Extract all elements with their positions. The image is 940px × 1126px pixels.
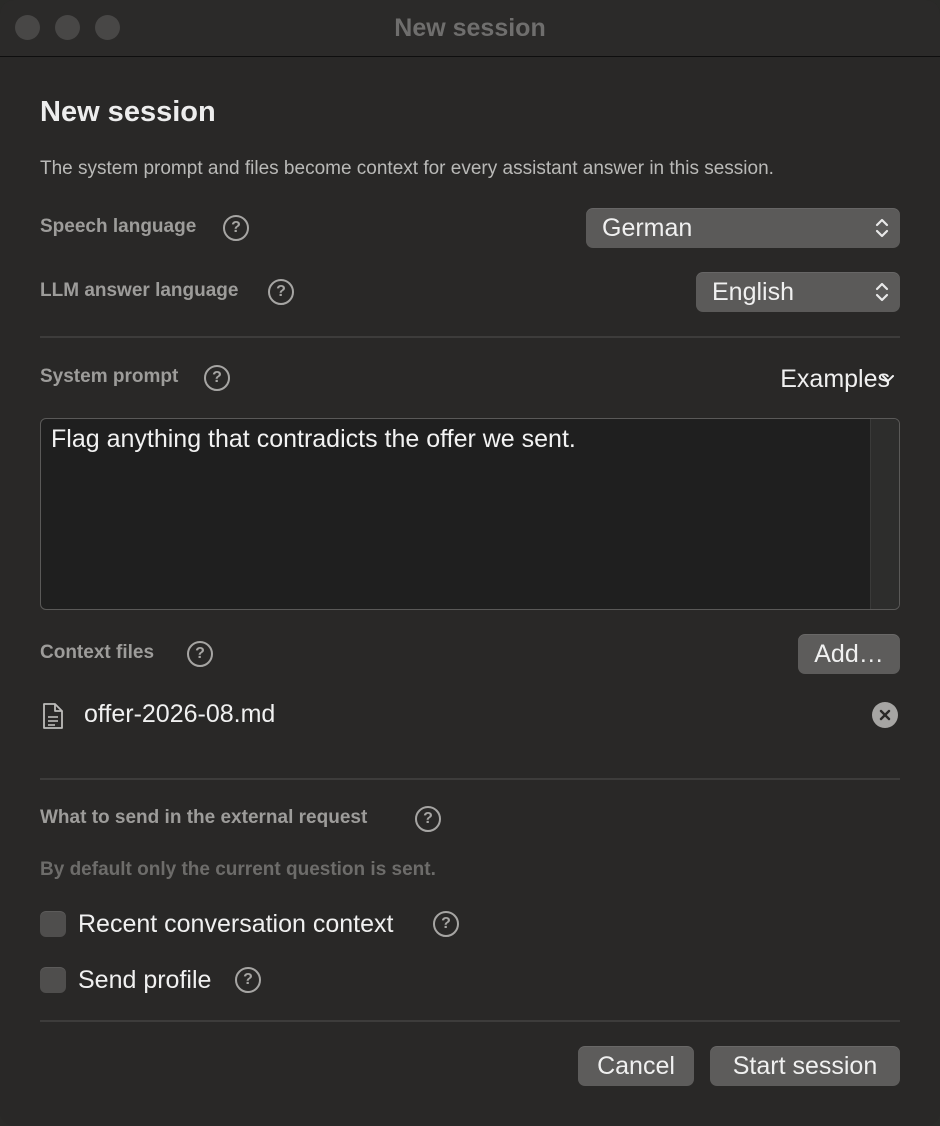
up-down-chevron-icon <box>875 218 889 238</box>
divider <box>40 778 900 780</box>
recent-context-label[interactable]: Recent conversation context <box>78 910 393 939</box>
context-files-help-icon[interactable]: ? <box>187 641 213 667</box>
send-profile-checkbox[interactable] <box>40 967 66 993</box>
remove-file-x-circle-icon[interactable] <box>872 702 898 728</box>
up-down-chevron-icon <box>875 282 889 302</box>
speech-language-help-icon[interactable]: ? <box>223 215 249 241</box>
start-session-button[interactable]: Start session <box>710 1046 900 1086</box>
llm-answer-language-value: English <box>712 278 794 306</box>
new-session-window: New session New session The system promp… <box>0 0 940 1126</box>
speech-language-label: Speech language <box>40 216 197 237</box>
x-circle-icon <box>879 709 891 721</box>
system-prompt-textarea[interactable]: Flag anything that contradicts the offer… <box>40 418 900 610</box>
dialog-description: The system prompt and files become conte… <box>40 158 774 179</box>
send-profile-help-icon[interactable]: ? <box>235 967 261 993</box>
chevron-down-icon <box>882 375 894 382</box>
system-prompt-label: System prompt <box>40 366 179 387</box>
external-request-note: By default only the current question is … <box>40 859 436 880</box>
speech-language-value: German <box>602 214 693 242</box>
textarea-scrollbar[interactable] <box>870 419 899 609</box>
examples-menu-button[interactable]: Examples <box>780 365 890 394</box>
system-prompt-help-icon[interactable]: ? <box>204 365 230 391</box>
external-request-label: What to send in the external request <box>40 807 368 828</box>
recent-context-checkbox[interactable] <box>40 911 66 937</box>
context-file-name: offer-2026-08.md <box>84 700 276 728</box>
divider <box>40 1020 900 1022</box>
title-bar: New session <box>0 0 940 57</box>
divider <box>40 336 900 338</box>
llm-answer-language-help-icon[interactable]: ? <box>268 279 294 305</box>
llm-answer-language-label: LLM answer language <box>40 280 239 301</box>
system-prompt-text: Flag anything that contradicts the offer… <box>51 425 576 453</box>
dialog-heading: New session <box>40 96 216 128</box>
recent-context-help-icon[interactable]: ? <box>433 911 459 937</box>
cancel-button[interactable]: Cancel <box>578 1046 694 1086</box>
external-request-help-icon[interactable]: ? <box>415 806 441 832</box>
add-file-button[interactable]: Add… <box>798 634 900 674</box>
context-files-label: Context files <box>40 642 155 663</box>
document-icon <box>43 703 63 729</box>
window-title: New session <box>394 14 546 42</box>
llm-answer-language-select[interactable]: English <box>696 272 900 312</box>
speech-language-select[interactable]: German <box>586 208 900 248</box>
send-profile-label[interactable]: Send profile <box>78 966 211 995</box>
